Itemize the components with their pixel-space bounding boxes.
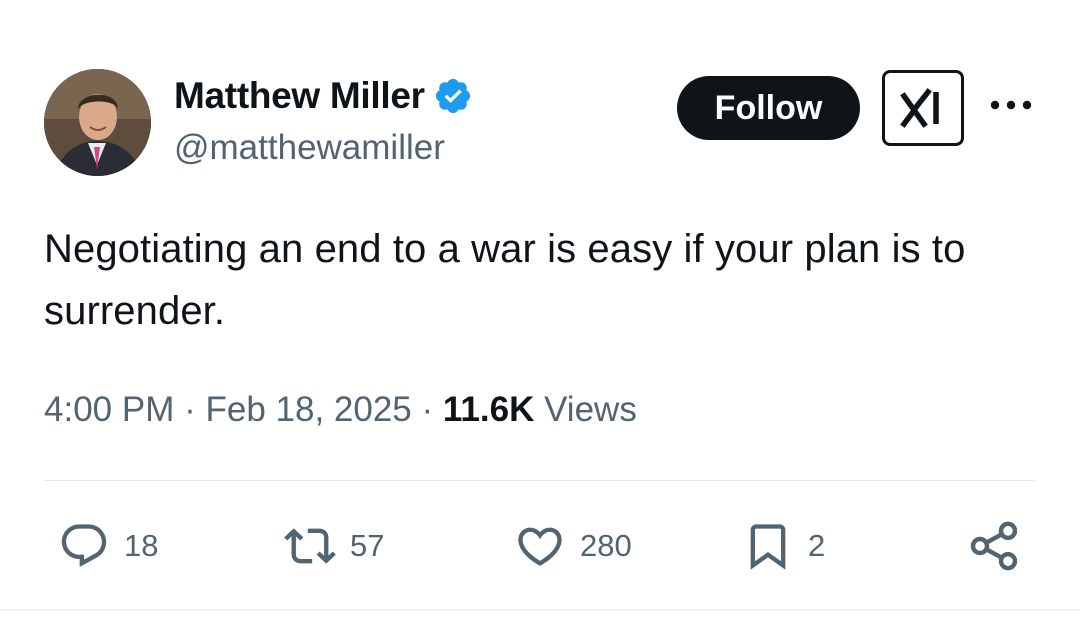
reply-icon: [61, 524, 107, 568]
reply-button[interactable]: 18: [58, 518, 158, 574]
repost-button[interactable]: 57: [284, 518, 384, 574]
bookmark-icon: [750, 524, 786, 570]
repost-icon: [284, 528, 336, 564]
views-label[interactable]: Views: [544, 390, 637, 429]
follow-button[interactable]: Follow: [677, 76, 860, 140]
bookmark-count: 2: [808, 528, 826, 563]
author-display-name[interactable]: Matthew Miller: [174, 74, 425, 118]
views-count[interactable]: 11.6K: [443, 390, 534, 429]
author-name-row: Matthew Miller: [174, 74, 473, 118]
bottom-divider: [0, 609, 1080, 611]
heart-icon: [518, 527, 562, 566]
more-dots-icon[interactable]: [988, 90, 1034, 120]
verified-badge-icon[interactable]: [433, 76, 473, 116]
divider: [44, 480, 1035, 481]
meta-separator: ·: [184, 390, 196, 429]
author-handle[interactable]: @matthewamiller: [174, 126, 445, 170]
bookmark-button[interactable]: 2: [742, 518, 825, 574]
repost-count: 57: [350, 528, 385, 563]
tweet-time[interactable]: 4:00 PM: [44, 390, 174, 429]
share-button[interactable]: [966, 518, 1022, 574]
meta-separator: ·: [421, 390, 434, 429]
like-count: 280: [580, 528, 632, 563]
avatar[interactable]: [44, 69, 151, 176]
tweet-date[interactable]: Feb 18, 2025: [205, 390, 411, 429]
reply-count: 18: [124, 528, 159, 563]
tweet-text: Negotiating an end to a war is easy if y…: [44, 227, 966, 333]
xai-logo-icon[interactable]: [882, 70, 964, 146]
like-button[interactable]: 280: [514, 518, 632, 574]
tweet-meta: 4:00 PM · Feb 18, 2025 · 11.6K Views: [44, 388, 637, 432]
share-icon: [970, 521, 1018, 571]
avatar-photo: [44, 69, 151, 176]
